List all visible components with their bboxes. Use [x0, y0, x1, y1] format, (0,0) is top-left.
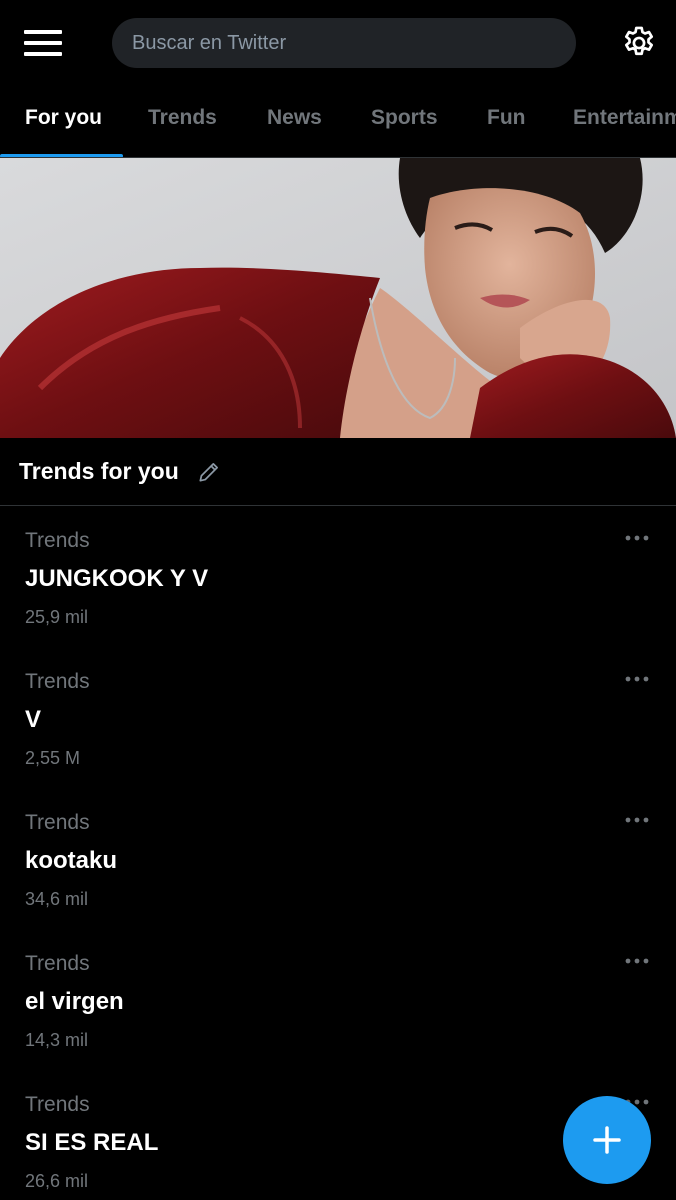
trend-name: JUNGKOOK Y V — [25, 565, 209, 592]
search-input[interactable] — [112, 18, 576, 68]
tab-fun[interactable]: Fun — [487, 88, 525, 158]
tab-news[interactable]: News — [267, 88, 322, 158]
tab-for-you[interactable]: For you — [25, 88, 102, 158]
plus-icon — [593, 1126, 621, 1154]
tab-sports[interactable]: Sports — [371, 88, 438, 158]
trend-item[interactable]: Trends V 2,55 M — [0, 648, 676, 789]
gear-icon[interactable] — [620, 24, 658, 62]
tab-entertainment[interactable]: Entertainment — [573, 88, 676, 158]
trend-count: 34,6 mil — [25, 889, 89, 909]
trend-count: 2,55 M — [25, 748, 81, 768]
compose-button[interactable] — [563, 1096, 651, 1184]
trend-category: Trends — [25, 1093, 90, 1116]
more-icon[interactable] — [624, 674, 650, 684]
trend-category: Trends — [25, 952, 90, 975]
trend-item[interactable]: Trends JUNGKOOK Y V 25,9 mil — [0, 507, 676, 648]
trend-name: kootaku — [25, 847, 118, 874]
trend-count: 26,6 mil — [25, 1171, 89, 1191]
tab-trends[interactable]: Trends — [148, 88, 217, 158]
more-icon[interactable] — [624, 956, 650, 966]
trend-category: Trends — [25, 670, 90, 693]
trend-count: 14,3 mil — [25, 1030, 89, 1050]
trends-section-header: Trends for you — [0, 438, 676, 506]
trend-item[interactable]: Trends el virgen 14,3 mil — [0, 930, 676, 1071]
menu-icon[interactable] — [24, 30, 64, 56]
trend-name: el virgen — [25, 988, 124, 1015]
trend-name: V — [25, 706, 42, 733]
more-icon[interactable] — [624, 533, 650, 543]
pencil-icon[interactable] — [196, 459, 222, 485]
hero-image[interactable] — [0, 158, 676, 438]
trend-category: Trends — [25, 811, 90, 834]
explore-tabs: For you Trends News Sports Fun Entertain… — [0, 88, 676, 158]
trend-count: 25,9 mil — [25, 607, 89, 627]
top-bar — [0, 0, 676, 88]
trend-category: Trends — [25, 529, 90, 552]
section-title: Trends for you — [19, 458, 179, 484]
trend-name: SI ES REAL — [25, 1129, 159, 1156]
trend-item[interactable]: Trends kootaku 34,6 mil — [0, 789, 676, 930]
more-icon[interactable] — [624, 815, 650, 825]
